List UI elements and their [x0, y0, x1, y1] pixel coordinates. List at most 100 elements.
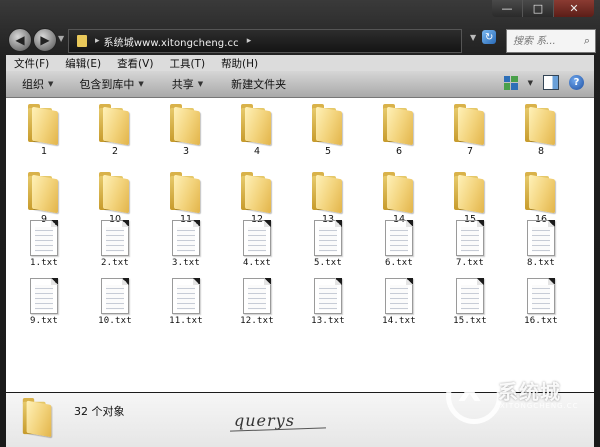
search-icon[interactable]: ⌕: [584, 34, 590, 48]
help-icon[interactable]: ?: [569, 75, 584, 90]
folder-item[interactable]: 5: [303, 104, 353, 157]
folder-icon: [523, 172, 559, 214]
folder-item[interactable]: 6: [374, 104, 424, 157]
organize-button[interactable]: 组织 ▼: [22, 76, 53, 92]
folder-item[interactable]: 3: [161, 104, 211, 157]
file-item[interactable]: 13.txt: [303, 278, 353, 326]
folder-item[interactable]: 8: [516, 104, 566, 157]
window-controls: — □ ✕: [492, 0, 594, 18]
search-input[interactable]: [511, 34, 577, 48]
menu-tools[interactable]: 工具(T): [161, 56, 213, 71]
folder-icon: [310, 172, 346, 214]
folder-item[interactable]: 12: [232, 172, 282, 225]
file-name: 2.txt: [100, 258, 130, 268]
folder-icon: [26, 104, 62, 146]
file-item[interactable]: 11.txt: [161, 278, 211, 326]
close-button[interactable]: ✕: [553, 0, 594, 17]
file-item[interactable]: 16.txt: [516, 278, 566, 326]
folder-item[interactable]: 13: [303, 172, 353, 225]
text-file-icon: [527, 220, 555, 256]
view-options-chevron-icon[interactable]: ▼: [528, 79, 533, 87]
folder-item[interactable]: 11: [161, 172, 211, 225]
file-name: 10.txt: [98, 316, 132, 326]
file-name: 15.txt: [453, 316, 487, 326]
file-name: 8.txt: [526, 258, 556, 268]
menu-help[interactable]: 帮助(H): [213, 56, 266, 71]
file-item[interactable]: 14.txt: [374, 278, 424, 326]
file-item[interactable]: 12.txt: [232, 278, 282, 326]
share-label: 共享: [171, 78, 194, 91]
file-item[interactable]: 6.txt: [374, 220, 424, 268]
folder-item[interactable]: 7: [445, 104, 495, 157]
text-file-icon: [101, 278, 129, 314]
folder-icon: [168, 172, 204, 214]
refresh-icon[interactable]: ↻: [482, 30, 497, 44]
explorer-window: — □ ✕ ◀ ▶ ▼ ▸ 系统城www.xitongcheng.cc ▸ ▼ …: [0, 0, 600, 447]
folder-name: 2: [111, 146, 119, 157]
file-item[interactable]: 15.txt: [445, 278, 495, 326]
text-file-icon: [101, 220, 129, 256]
menu-file[interactable]: 文件(F): [6, 56, 57, 71]
folder-item[interactable]: 10: [90, 172, 140, 225]
file-item[interactable]: 2.txt: [90, 220, 140, 268]
file-item[interactable]: 3.txt: [161, 220, 211, 268]
preview-pane-icon[interactable]: [543, 75, 559, 90]
new-folder-button[interactable]: 新建文件夹: [231, 76, 286, 92]
minimize-button[interactable]: —: [492, 0, 522, 17]
folder-item[interactable]: 15: [445, 172, 495, 225]
breadcrumb-separator[interactable]: ▸: [95, 36, 100, 46]
forward-button[interactable]: ▶: [33, 28, 57, 52]
folder-name: 6: [395, 146, 403, 157]
folder-name: 7: [466, 146, 474, 157]
folder-name: 3: [182, 146, 190, 157]
file-item[interactable]: 4.txt: [232, 220, 282, 268]
text-file-icon: [385, 220, 413, 256]
text-file-icon: [243, 278, 271, 314]
folder-item[interactable]: 16: [516, 172, 566, 225]
file-item[interactable]: 7.txt: [445, 220, 495, 268]
folder-item[interactable]: 1: [19, 104, 69, 157]
file-item[interactable]: 9.txt: [19, 278, 69, 326]
text-file-icon: [456, 220, 484, 256]
folder-icon: [168, 104, 204, 146]
include-in-library-button[interactable]: 包含到库中 ▼: [79, 76, 143, 92]
address-bar[interactable]: ▸ 系统城www.xitongcheng.cc ▸: [68, 29, 462, 53]
address-actions: ▼ ↻: [470, 30, 497, 44]
folder-item[interactable]: 4: [232, 104, 282, 157]
address-path[interactable]: 系统城www.xitongcheng.cc: [104, 34, 239, 49]
folder-name: 5: [324, 146, 332, 157]
text-file-icon: [30, 220, 58, 256]
file-item[interactable]: 1.txt: [19, 220, 69, 268]
folder-name: 1: [40, 146, 48, 157]
file-name: 4.txt: [242, 258, 272, 268]
folder-icon: [26, 172, 62, 214]
address-dropdown-icon[interactable]: ▼: [470, 33, 476, 42]
folder-item[interactable]: 9: [19, 172, 69, 225]
search-box[interactable]: ⌕: [506, 29, 596, 53]
item-count: 32 个对象: [74, 405, 125, 418]
file-item[interactable]: 5.txt: [303, 220, 353, 268]
file-item[interactable]: 8.txt: [516, 220, 566, 268]
breadcrumb-separator-end[interactable]: ▸: [247, 36, 252, 46]
maximize-button[interactable]: □: [522, 0, 553, 17]
recent-pages-dropdown-icon[interactable]: ▼: [58, 34, 64, 43]
command-bar: 组织 ▼ 包含到库中 ▼ 共享 ▼ 新建文件夹 ▼ ?: [6, 71, 594, 98]
change-view-icon[interactable]: [503, 75, 518, 90]
back-button[interactable]: ◀: [8, 28, 32, 52]
folder-icon: [21, 398, 55, 438]
text-file-icon: [30, 278, 58, 314]
folder-item[interactable]: 2: [90, 104, 140, 157]
file-item[interactable]: 10.txt: [90, 278, 140, 326]
file-name: 6.txt: [384, 258, 414, 268]
folder-icon: [239, 172, 275, 214]
chevron-down-icon: ▼: [197, 80, 204, 88]
menu-view[interactable]: 查看(V): [109, 56, 161, 71]
share-button[interactable]: 共享 ▼: [172, 76, 203, 92]
folder-icon: [523, 104, 559, 146]
text-file-icon: [172, 278, 200, 314]
menu-edit[interactable]: 编辑(E): [57, 56, 109, 71]
file-name: 3.txt: [171, 258, 201, 268]
folder-item[interactable]: 14: [374, 172, 424, 225]
toolbar-right: ▼ ?: [503, 75, 584, 90]
text-file-icon: [172, 220, 200, 256]
